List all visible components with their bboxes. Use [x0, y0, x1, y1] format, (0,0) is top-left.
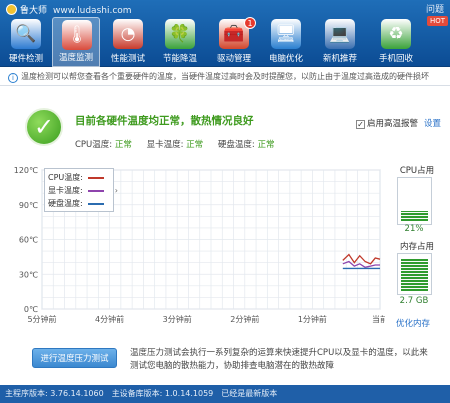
nav-label: 手机回收	[378, 54, 413, 64]
info-icon: i	[8, 73, 18, 83]
app-name: 鲁大师	[20, 6, 48, 16]
library-version: 主设备库版本: 1.0.14.1059	[111, 389, 214, 398]
laptop-icon: 💻	[325, 19, 355, 49]
update-state: 已经是最新版本	[221, 389, 278, 398]
monitor-icon: 🖥	[271, 19, 301, 49]
update-count-badge: 1	[244, 17, 256, 29]
app-header: 鲁大师 www.ludashi.com 问题 HOT 🔍 硬件检测 🌡 温度监测 ◔ 性能测…	[0, 0, 450, 67]
alarm-checkbox[interactable]: ✓	[356, 120, 365, 129]
notice-text: 温度检测可以帮您查看各个重要硬件的温度，当硬件温度过高时会及时提醒您，以防止由于…	[21, 72, 429, 81]
settings-link[interactable]: 设置	[424, 119, 441, 129]
nav-item-4[interactable]: 🧰 驱动管理 1	[210, 17, 258, 67]
legend-swatch	[88, 190, 104, 192]
y-tick-label: 0℃	[24, 305, 38, 314]
nav-item-3[interactable]: 🍀 节能降温	[156, 17, 204, 67]
legend-collapse-icon[interactable]: ›	[115, 186, 118, 195]
app-brand: 鲁大师 www.ludashi.com	[6, 3, 132, 16]
nav-label: 性能测试	[110, 54, 145, 64]
x-tick-label: 3分钟前	[163, 314, 192, 324]
recycle-phone-icon: ♻	[381, 19, 411, 49]
nav-item-7[interactable]: ♻ 手机回收	[372, 17, 420, 67]
cpu-temp-value: 正常	[114, 140, 132, 150]
y-tick-label: 90℃	[19, 201, 38, 210]
nav-item-5[interactable]: 🖥 电脑优化	[262, 17, 310, 67]
optimize-memory-link[interactable]: 优化内存	[396, 317, 430, 329]
gpu-temp-label: 显卡温度:	[146, 140, 184, 150]
cpu-usage-value: 21%	[404, 224, 424, 234]
program-version: 主程序版本: 3.76.14.1060	[5, 389, 104, 398]
cpu-temp-label: CPU温度:	[75, 140, 113, 150]
gpu-temp-value: 正常	[186, 140, 204, 150]
cpu-usage-meter	[397, 177, 432, 225]
check-ok-icon: ✓	[25, 108, 63, 146]
chart-legend: › CPU温度: 显卡温度: 硬盘温度:	[44, 168, 118, 212]
status-bar: 主程序版本: 3.76.14.1060 主设备库版本: 1.0.14.1059 已经…	[0, 385, 450, 403]
leaf-icon: 🍀	[165, 19, 195, 49]
nav-label: 驱动管理	[216, 54, 251, 64]
speedometer-icon: ◔	[113, 19, 143, 49]
status-title: 目前各硬件温度均正常，散热情况良好	[75, 115, 254, 127]
stress-test-button[interactable]: 进行温度压力测试	[32, 348, 117, 368]
info-notice: i 温度检测可以帮您查看各个重要硬件的温度，当硬件温度过高时会及时提醒您，以防止由…	[0, 68, 450, 86]
memory-usage-meter	[397, 253, 432, 295]
alarm-setting: ✓ 启用高温报警 设置	[356, 117, 441, 129]
legend-swatch	[88, 203, 104, 205]
thermometer-icon: 🌡	[62, 20, 92, 50]
legend-label: CPU温度:	[48, 173, 83, 182]
legend-label: 硬盘温度:	[48, 199, 83, 208]
legend-item: 硬盘温度:	[48, 197, 110, 210]
app-url: www.ludashi.com	[53, 6, 132, 16]
disk-temp-label: 硬盘温度:	[217, 140, 255, 150]
y-tick-label: 60℃	[19, 236, 38, 245]
magnifier-icon: 🔍	[11, 19, 41, 49]
legend-label: 显卡温度:	[48, 186, 83, 195]
legend-swatch	[88, 177, 104, 179]
memory-usage-value: 2.7 GB	[399, 296, 429, 306]
legend-item: CPU温度:	[48, 171, 110, 184]
nav-item-6[interactable]: 💻 新机推荐	[316, 17, 364, 67]
nav-label: 新机推荐	[322, 54, 357, 64]
temp-summary: CPU温度: 正常 显卡温度: 正常 硬盘温度: 正常	[75, 138, 286, 150]
stress-test-description: 温度压力测试会执行一系列复杂的运算来快速提升CPU以及显卡的温度，以此来测试您电…	[130, 348, 428, 371]
nav-label: 温度监测	[58, 53, 93, 63]
y-tick-label: 120℃	[14, 166, 38, 175]
cpu-usage-bar	[401, 211, 428, 221]
nav-item-0[interactable]: 🔍 硬件检测	[2, 17, 50, 67]
x-tick-label: 5分钟前	[27, 314, 56, 324]
x-tick-label: 1分钟前	[298, 314, 327, 324]
y-tick-label: 30℃	[19, 270, 38, 279]
help-link[interactable]: 问题	[426, 2, 444, 15]
nav-item-1[interactable]: 🌡 温度监测	[52, 17, 100, 67]
nav-label: 节能降温	[162, 54, 197, 64]
nav-item-2[interactable]: ◔ 性能测试	[104, 17, 152, 67]
memory-usage-title: 内存占用	[399, 242, 434, 252]
app-logo-icon	[6, 4, 17, 15]
legend-item: 显卡温度:	[48, 184, 110, 197]
nav-label: 硬件检测	[8, 54, 43, 64]
x-tick-label: 当前	[372, 314, 385, 324]
main-nav: 🔍 硬件检测 🌡 温度监测 ◔ 性能测试 🍀 节能降温 🧰 驱动管理 1 🖥 电脑优化 💻 新机推荐 ♻ 手机回…	[0, 17, 450, 67]
disk-temp-value: 正常	[257, 140, 275, 150]
x-tick-label: 2分钟前	[230, 314, 259, 324]
cpu-usage-title: CPU占用	[399, 166, 435, 176]
nav-label: 电脑优化	[268, 54, 303, 64]
alarm-label[interactable]: 启用高温报警	[367, 119, 418, 129]
memory-usage-bar	[401, 259, 428, 291]
x-tick-label: 4分钟前	[95, 314, 124, 324]
